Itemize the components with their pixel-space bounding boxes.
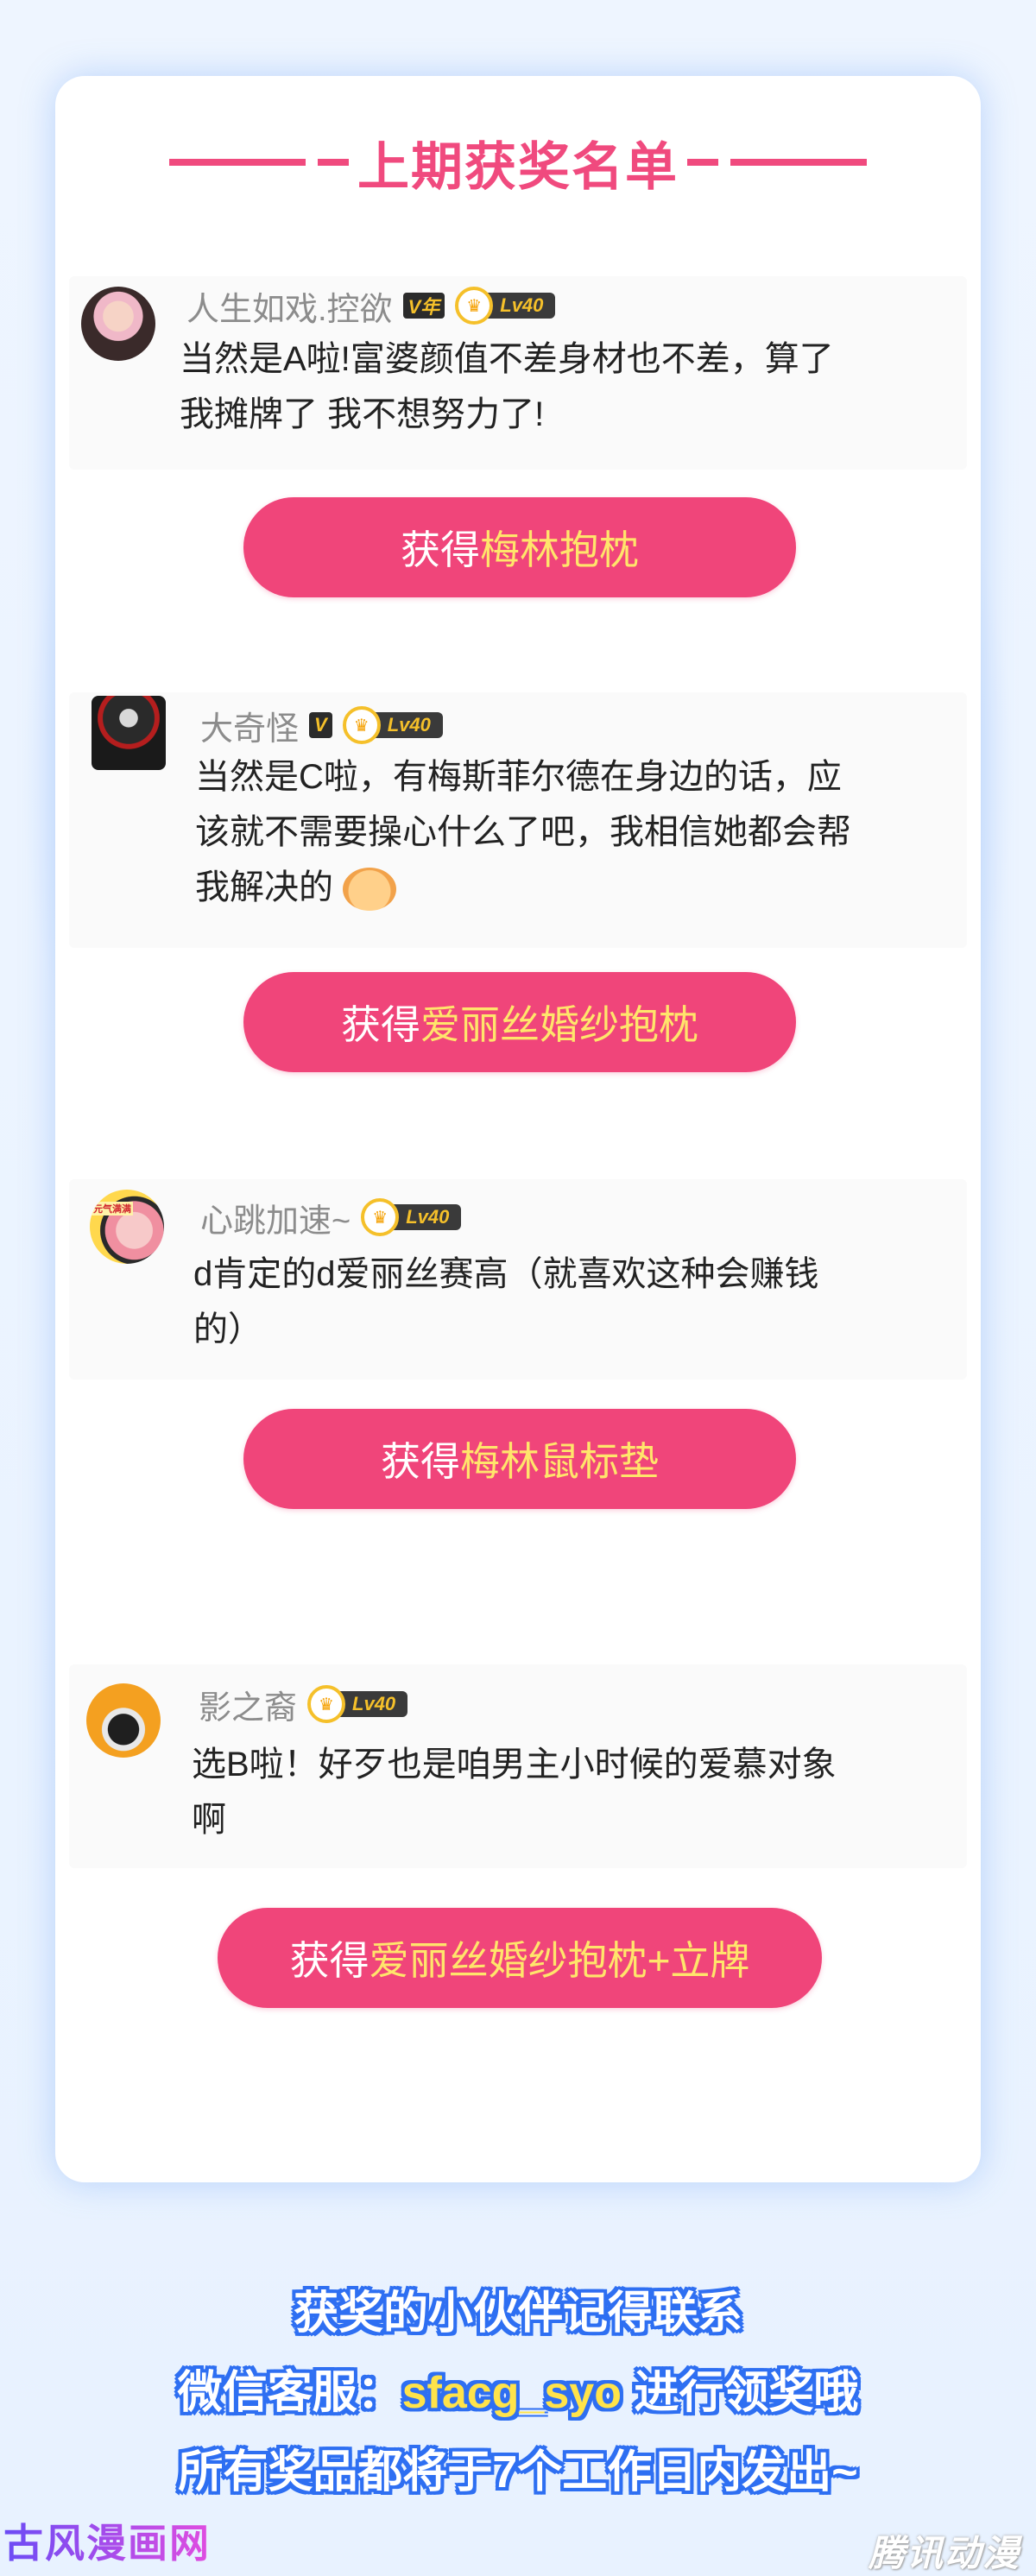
comment-text: d肯定的d爱丽丝赛高（就喜欢这种会赚钱 的） — [193, 1247, 819, 1357]
prize-prefix: 获得 — [341, 1002, 420, 1047]
avatar-text: 元气满满 — [92, 1202, 133, 1215]
watermark-right: 腾讯动漫 — [868, 2533, 1020, 2573]
footer-line-1: 获奖的小伙伴记得联系 — [293, 2289, 742, 2339]
title-dash-right — [687, 159, 867, 166]
section-title: 上期获奖名单 — [55, 128, 981, 197]
comment-block: 人生如戏.控欲 V年 ♛ Lv40 当然是A啦!富婆颜值不差身材也不差，算了 我… — [69, 276, 967, 470]
prize-button[interactable]: 获得 梅林抱枕 — [243, 497, 796, 597]
crown-icon: ♛ — [361, 1198, 400, 1236]
comment-line: 我解决的 — [195, 860, 851, 915]
prize-button[interactable]: 获得 爱丽丝婚纱抱枕+立牌 — [218, 1908, 822, 2008]
prize-prefix: 获得 — [401, 527, 480, 572]
winner-entry: 大奇怪 V ♛ Lv40 当然是C啦，有梅斯菲尔德在身边的话，应 该就不需要操心… — [69, 692, 967, 1072]
avatar[interactable] — [92, 696, 166, 770]
comment-line: 该就不需要操心什么了吧，我相信她都会帮 — [195, 813, 851, 851]
username[interactable]: 影之裔 — [199, 1681, 297, 1728]
level-label: Lv40 — [370, 712, 443, 738]
winner-entry: 元气满满 心跳加速~ ♛ Lv40 d肯定的d爱丽丝赛高（就喜欢这种会赚钱 的）… — [69, 1179, 967, 1509]
username-row: 人生如戏.控欲 V年 ♛ Lv40 — [186, 283, 562, 328]
prize-prefix: 获得 — [289, 1938, 370, 1983]
prize-name: 爱丽丝婚纱抱枕+立牌 — [369, 1938, 750, 1983]
level-badge: ♛ Lv40 — [342, 706, 443, 744]
username-row: 心跳加速~ ♛ Lv40 — [200, 1195, 468, 1240]
avatar[interactable]: 元气满满 — [90, 1190, 164, 1264]
avatar[interactable] — [86, 1683, 161, 1758]
comment-line-text: 我解决的 — [195, 868, 333, 906]
footer-wechat-suffix: 进行领奖哦 — [621, 2368, 859, 2418]
footer-wechat-prefix: 微信客服： — [177, 2368, 402, 2418]
avatar[interactable] — [81, 287, 155, 361]
comment-line: 选B啦！好歹也是咱男主小时候的爱慕对象 — [192, 1746, 837, 1784]
watermark-left: 古风漫画网 — [3, 2512, 211, 2569]
username-row: 大奇怪 V ♛ Lv40 — [200, 703, 450, 748]
prize-button[interactable]: 获得 爱丽丝婚纱抱枕 — [243, 972, 796, 1072]
crown-icon: ♛ — [455, 287, 494, 325]
comment-line: 的） — [193, 1310, 262, 1348]
winner-entry: 人生如戏.控欲 V年 ♛ Lv40 当然是A啦!富婆颜值不差身材也不差，算了 我… — [69, 276, 967, 597]
vip-badge: V年 — [402, 293, 445, 319]
prize-button[interactable]: 获得 梅林鼠标垫 — [243, 1409, 796, 1509]
level-badge: ♛ Lv40 — [307, 1685, 408, 1723]
title-dash-left — [169, 159, 349, 166]
winners-card: 上期获奖名单 人生如戏.控欲 V年 ♛ Lv40 当然是A啦!富婆颜值不差身材也… — [55, 76, 981, 2182]
footer-line-2: 微信客服：sfacg_syo 进行领奖哦 — [0, 2353, 1036, 2433]
crown-icon: ♛ — [307, 1685, 346, 1723]
footer-line-3: 所有奖品都将于7个工作日内发出~ — [178, 2447, 858, 2497]
prize-prefix: 获得 — [381, 1439, 460, 1484]
comment-line: 当然是C啦，有梅斯菲尔德在身边的话，应 — [195, 758, 842, 796]
prize-name: 爱丽丝婚纱抱枕 — [420, 1002, 698, 1047]
level-label: Lv40 — [483, 293, 556, 319]
vip-badge: V — [309, 712, 332, 738]
comment-block: 元气满满 心跳加速~ ♛ Lv40 d肯定的d爱丽丝赛高（就喜欢这种会赚钱 的） — [69, 1179, 967, 1380]
level-badge: ♛ Lv40 — [361, 1198, 462, 1236]
winner-entry: 影之裔 ♛ Lv40 选B啦！好歹也是咱男主小时候的爱慕对象 啊 获得 爱丽丝婚纱… — [69, 1664, 967, 2008]
username[interactable]: 人生如戏.控欲 — [186, 282, 393, 330]
level-label: Lv40 — [388, 1204, 462, 1230]
crown-icon: ♛ — [342, 706, 381, 744]
username-row: 影之裔 ♛ Lv40 — [199, 1682, 414, 1727]
comment-block: 大奇怪 V ♛ Lv40 当然是C啦，有梅斯菲尔德在身边的话，应 该就不需要操心… — [69, 692, 967, 948]
footer-notice: 获奖的小伙伴记得联系 微信客服：sfacg_syo 进行领奖哦 所有奖品都将于7… — [0, 2274, 1036, 2512]
wechat-id[interactable]: sfacg_syo — [402, 2368, 622, 2418]
prize-name: 梅林抱枕 — [480, 527, 639, 572]
level-label: Lv40 — [335, 1691, 408, 1717]
comment-line: 啊 — [192, 1801, 226, 1839]
comment-line: d肯定的d爱丽丝赛高（就喜欢这种会赚钱 — [193, 1255, 819, 1293]
prize-name: 梅林鼠标垫 — [460, 1439, 659, 1484]
comment-line: 我摊牌了 我不想努力了! — [180, 395, 545, 433]
level-badge: ♛ Lv40 — [455, 287, 556, 325]
comment-text: 选B啦！好歹也是咱男主小时候的爱慕对象 啊 — [192, 1737, 837, 1847]
username[interactable]: 心跳加速~ — [200, 1194, 351, 1241]
page-title: 上期获奖名单 — [357, 137, 679, 196]
comment-line: 当然是A啦!富婆颜值不差身材也不差，算了 — [180, 340, 834, 378]
comment-block: 影之裔 ♛ Lv40 选B啦！好歹也是咱男主小时候的爱慕对象 啊 — [69, 1664, 967, 1868]
laughing-emoji-icon — [343, 868, 397, 912]
comment-text: 当然是C啦，有梅斯菲尔德在身边的话，应 该就不需要操心什么了吧，我相信她都会帮 … — [195, 749, 851, 915]
comment-text: 当然是A啦!富婆颜值不差身材也不差，算了 我摊牌了 我不想努力了! — [180, 331, 834, 442]
username[interactable]: 大奇怪 — [200, 702, 299, 749]
